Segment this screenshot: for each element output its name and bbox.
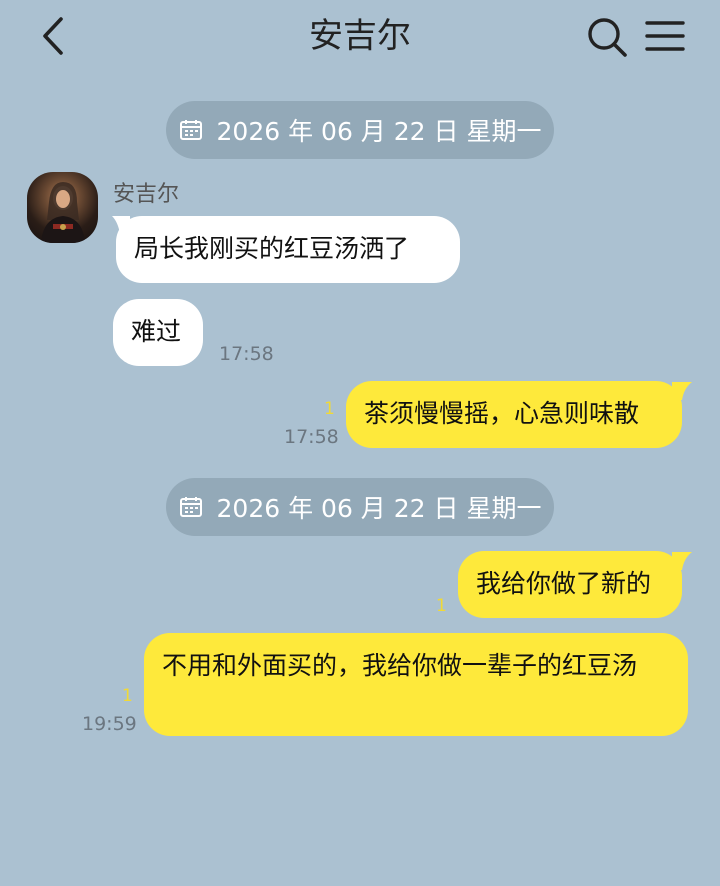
date-label: 2026 年 06 月 22 日 星期一: [216, 117, 542, 146]
date-separator: 2026 年 06 月 22 日 星期一: [166, 478, 554, 536]
message-bubble-incoming[interactable]: 难过: [113, 299, 203, 366]
bubble-tail: [672, 382, 692, 400]
menu-button[interactable]: [640, 14, 690, 60]
unread-count: 1: [436, 596, 447, 616]
sender-name: 安吉尔: [113, 182, 180, 207]
message-bubble-outgoing[interactable]: 茶须慢慢摇，心急则味散: [346, 381, 682, 448]
avatar[interactable]: [27, 172, 98, 243]
message-time: 19:59: [82, 713, 137, 735]
message-text: 难过: [131, 317, 182, 346]
bubble-tail: [672, 552, 692, 570]
message-time: 17:58: [219, 343, 274, 365]
avatar-image: [41, 182, 85, 243]
search-button[interactable]: [584, 14, 630, 60]
calendar-icon: [179, 120, 202, 140]
message-text: 茶须慢慢摇，心急则味散: [364, 399, 640, 428]
search-icon: [588, 18, 627, 57]
message-time: 17:58: [284, 426, 339, 448]
message-bubble-outgoing[interactable]: 不用和外面买的，我给你做一辈子的红豆汤: [144, 633, 688, 736]
calendar-icon: [179, 497, 202, 517]
message-text: 我给你做了新的: [476, 569, 652, 598]
message-bubble-outgoing[interactable]: 我给你做了新的: [458, 551, 682, 618]
date-separator: 2026 年 06 月 22 日 星期一: [166, 101, 554, 159]
message-text: 局长我刚买的红豆汤洒了: [134, 234, 410, 263]
unread-count: 1: [324, 399, 335, 419]
unread-count: 1: [122, 686, 133, 706]
message-text: 不用和外面买的，我给你做一辈子的红豆汤: [162, 651, 638, 680]
date-label: 2026 年 06 月 22 日 星期一: [216, 494, 542, 523]
message-bubble-incoming[interactable]: 局长我刚买的红豆汤洒了: [116, 216, 460, 283]
menu-icon: [645, 21, 685, 51]
